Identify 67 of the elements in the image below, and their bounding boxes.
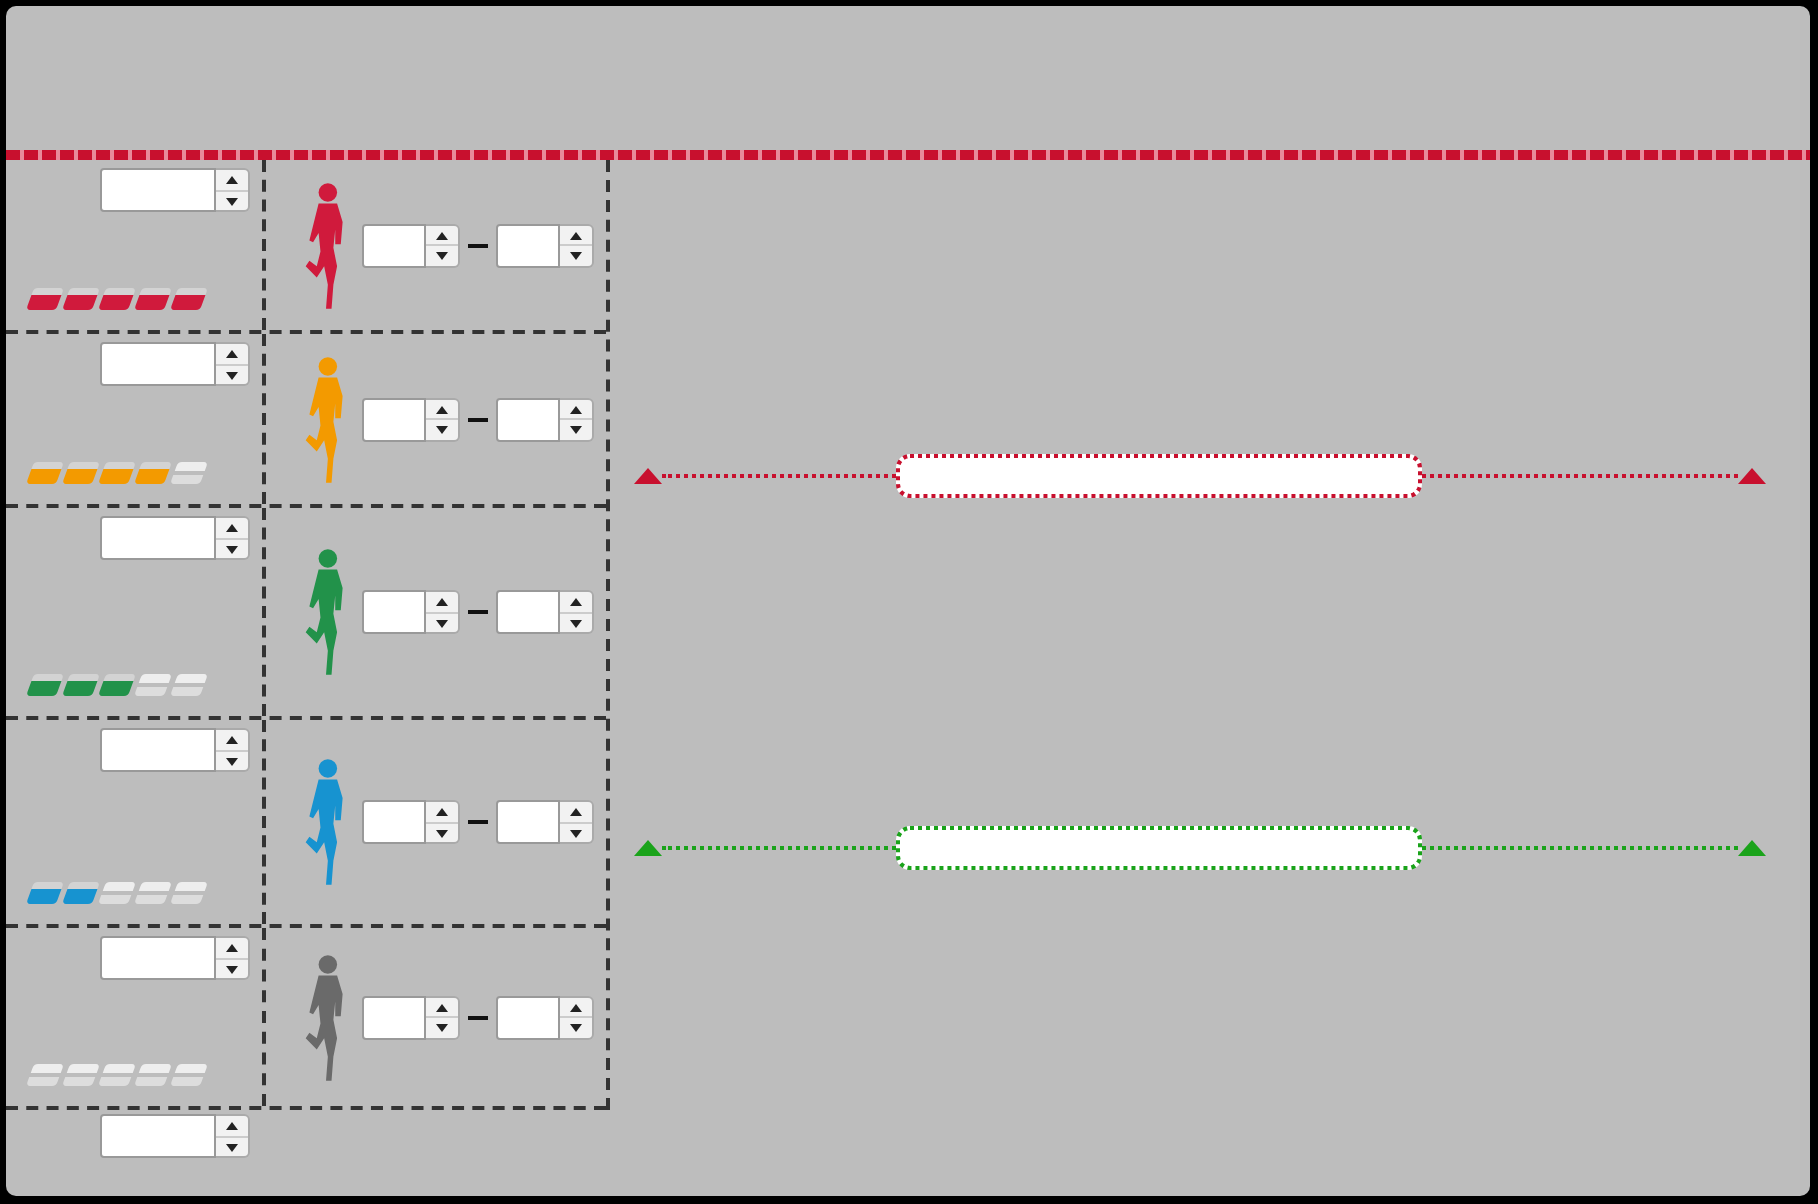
number-field[interactable] — [496, 223, 560, 267]
level-segment — [98, 288, 136, 310]
triangle-icon[interactable] — [634, 468, 662, 484]
number-field[interactable] — [496, 397, 560, 441]
spin-up-button[interactable] — [426, 399, 458, 420]
number-field[interactable] — [100, 728, 216, 772]
spin-up-button[interactable] — [560, 802, 592, 823]
spin-up-button[interactable] — [216, 730, 248, 751]
level-segment — [26, 882, 64, 904]
spin-down-button[interactable] — [560, 246, 592, 265]
spin-up-button[interactable] — [560, 399, 592, 420]
level-segment — [170, 674, 208, 696]
range-bar[interactable] — [896, 454, 1422, 498]
number-field[interactable] — [362, 995, 426, 1039]
number-field[interactable] — [496, 995, 560, 1039]
level-segment — [134, 1064, 172, 1086]
level-segment — [134, 674, 172, 696]
level-segment — [98, 462, 136, 484]
level-segment — [170, 462, 208, 484]
level-segment — [170, 882, 208, 904]
level-segment — [134, 462, 172, 484]
spin-up-button[interactable] — [560, 997, 592, 1018]
level-segment — [26, 674, 64, 696]
level-segment — [62, 288, 100, 310]
level-segment — [62, 462, 100, 484]
level-segment — [170, 1064, 208, 1086]
number-field[interactable] — [100, 342, 216, 386]
number-field[interactable] — [362, 397, 426, 441]
spin-up-button[interactable] — [560, 592, 592, 613]
number-field[interactable] — [100, 936, 216, 980]
triangle-icon[interactable] — [1738, 468, 1766, 484]
spin-down-button[interactable] — [426, 1018, 458, 1037]
spin-up-button[interactable] — [426, 997, 458, 1018]
spin-up-button[interactable] — [426, 225, 458, 246]
level-segment — [62, 882, 100, 904]
level-segment — [62, 674, 100, 696]
level-segment — [134, 882, 172, 904]
range-bar[interactable] — [896, 826, 1422, 870]
spin-up-button[interactable] — [216, 170, 248, 191]
level-segment — [98, 1064, 136, 1086]
spin-down-button[interactable] — [426, 246, 458, 265]
spin-down-button[interactable] — [426, 420, 458, 439]
number-field[interactable] — [496, 590, 560, 634]
level-segment — [62, 1064, 100, 1086]
number-field[interactable] — [362, 590, 426, 634]
spin-down-button[interactable] — [560, 420, 592, 439]
level-segment — [134, 288, 172, 310]
level-segment — [98, 674, 136, 696]
level-segment — [26, 1064, 64, 1086]
number-field[interactable] — [100, 1114, 216, 1158]
level-segment — [98, 882, 136, 904]
number-field[interactable] — [362, 800, 426, 844]
spin-up-button[interactable] — [216, 938, 248, 959]
number-field[interactable] — [100, 168, 216, 212]
spin-up-button[interactable] — [426, 592, 458, 613]
number-field[interactable] — [496, 800, 560, 844]
number-field[interactable] — [362, 223, 426, 267]
spin-up-button[interactable] — [560, 225, 592, 246]
number-field[interactable] — [100, 516, 216, 560]
spin-down-button[interactable] — [560, 1018, 592, 1037]
spin-up-button[interactable] — [216, 344, 248, 365]
spin-up-button[interactable] — [216, 1116, 248, 1137]
level-segment — [26, 462, 64, 484]
spin-up-button[interactable] — [426, 802, 458, 823]
level-segment — [26, 288, 64, 310]
level-segment — [170, 288, 208, 310]
spin-up-button[interactable] — [216, 518, 248, 539]
